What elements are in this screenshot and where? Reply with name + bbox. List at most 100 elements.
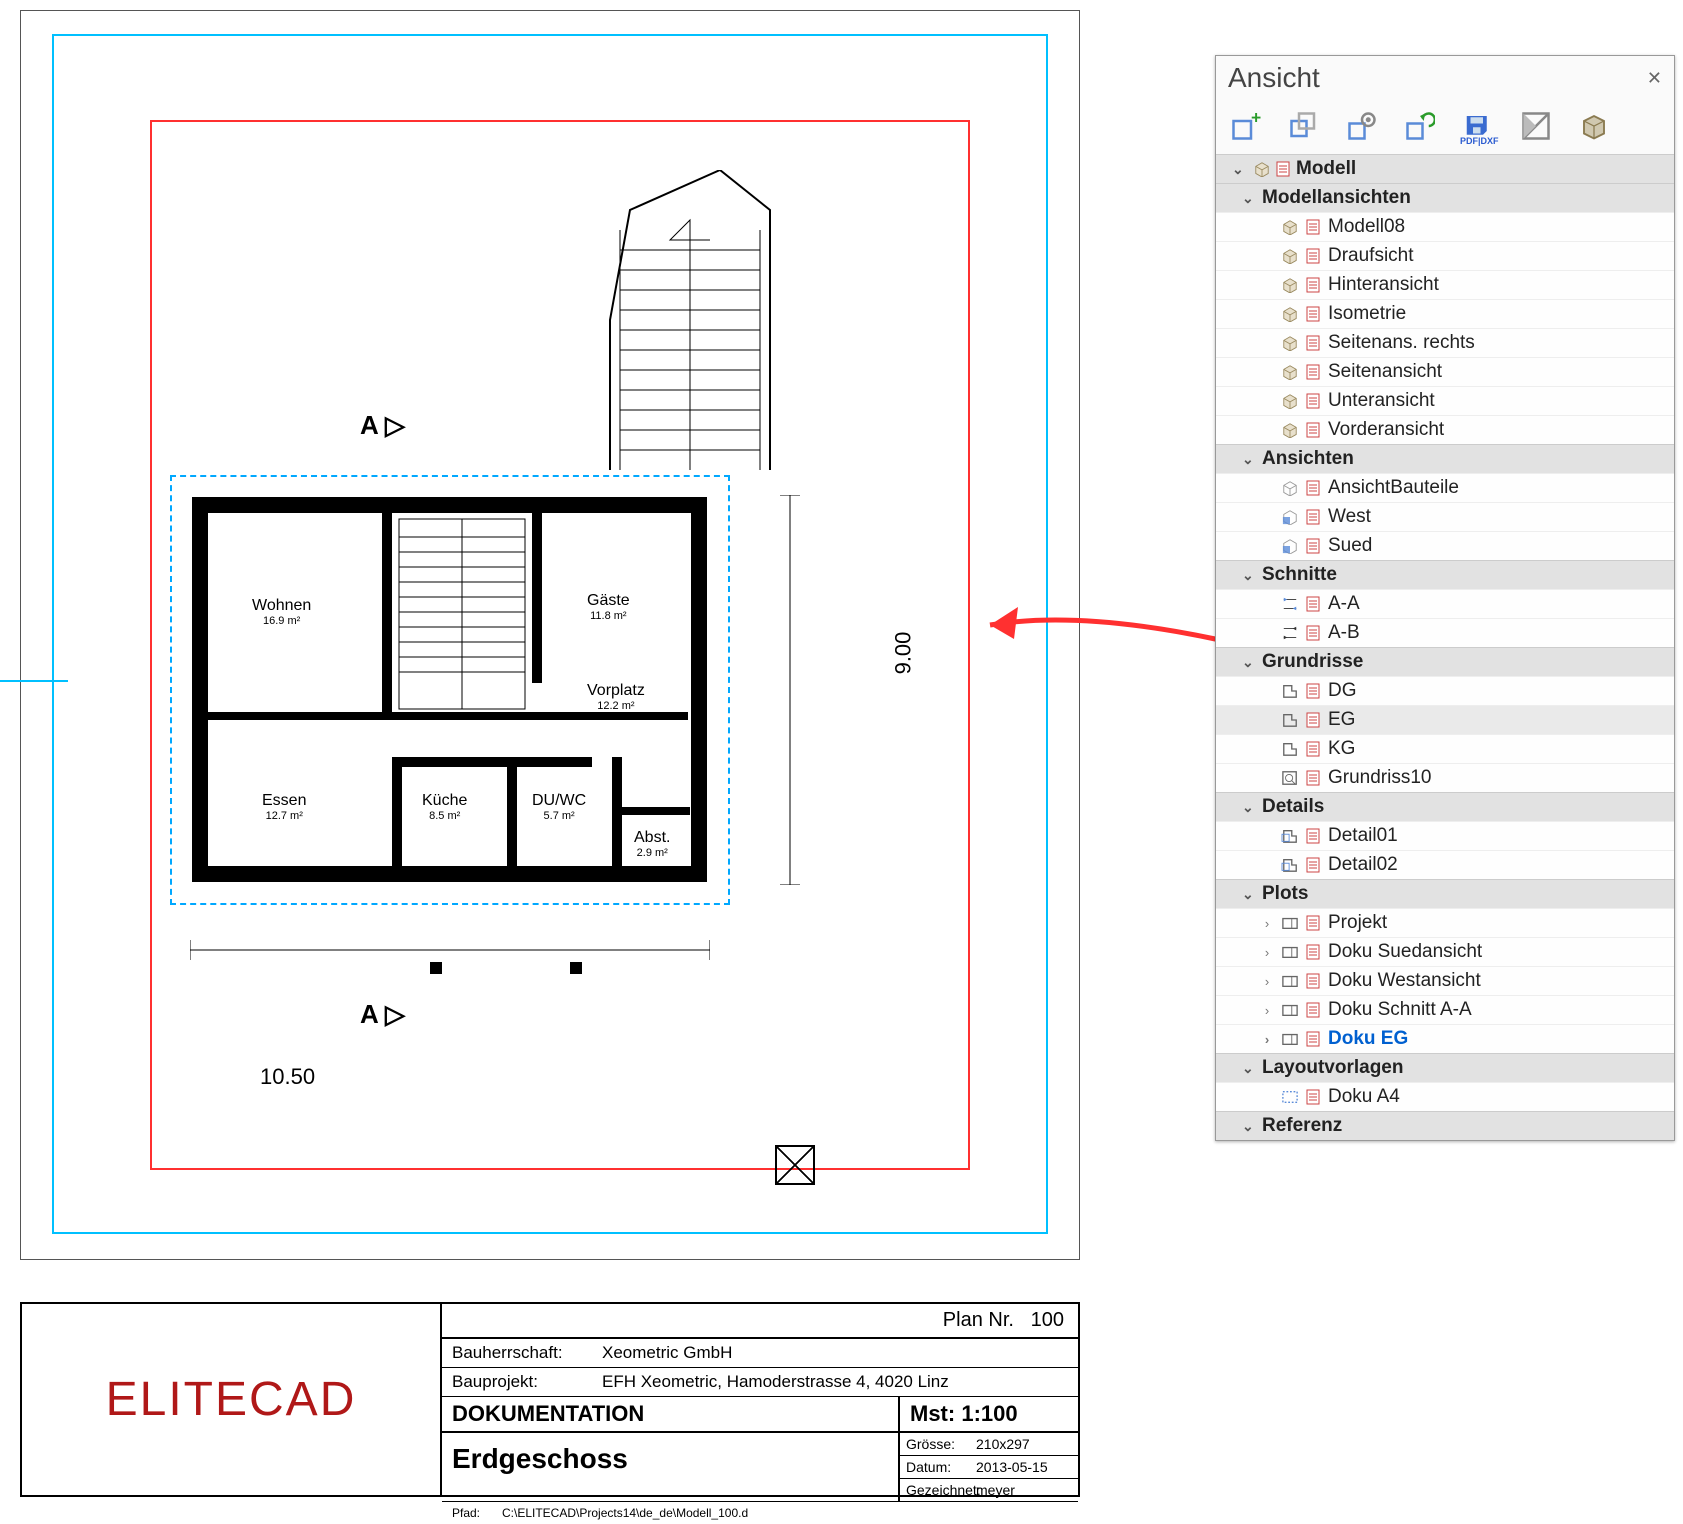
tree-item-a-a[interactable]: A-A — [1216, 589, 1674, 618]
tree-item-ansichtbauteile[interactable]: AnsichtBauteile — [1216, 473, 1674, 502]
tree-group-plots[interactable]: ⌄ Plots — [1216, 879, 1674, 908]
floor-plan: Wohnen16.9 m² Gäste11.8 m² Vorplatz12.2 … — [170, 440, 780, 1025]
tree-item-doku-schnitt-a-a[interactable]: ›Doku Schnitt A-A — [1216, 995, 1674, 1024]
properties-icon[interactable] — [1306, 1002, 1322, 1018]
view-settings-button[interactable] — [1344, 108, 1380, 144]
cube-icon — [1280, 218, 1300, 236]
panel-toolbar: + PDF|DXF — [1216, 104, 1674, 154]
marker-dot — [570, 962, 582, 974]
properties-icon[interactable] — [1306, 480, 1322, 496]
section-marker-top: A ▷ — [360, 410, 405, 441]
tree-group-modellansichten[interactable]: ⌄ Modellansichten — [1216, 183, 1674, 212]
copy-view-button[interactable] — [1286, 108, 1322, 144]
room-kueche: Küche8.5 m² — [422, 792, 467, 822]
cube-icon — [1280, 276, 1300, 294]
tree-item-isometrie[interactable]: Isometrie — [1216, 299, 1674, 328]
projekt-value: EFH Xeometric, Hamoderstrasse 4, 4020 Li… — [592, 1368, 959, 1396]
tree-item-projekt[interactable]: ›Projekt — [1216, 908, 1674, 937]
room-gaeste: Gäste11.8 m² — [587, 592, 630, 622]
properties-icon[interactable] — [1306, 1089, 1322, 1105]
tree-item-eg[interactable]: EG — [1216, 705, 1674, 734]
properties-icon[interactable] — [1306, 509, 1322, 525]
tree-item-dg[interactable]: DG — [1216, 676, 1674, 705]
projekt-label: Bauprojekt: — [442, 1368, 592, 1396]
properties-icon[interactable] — [1306, 335, 1322, 351]
drawing-canvas: Wohnen16.9 m² Gäste11.8 m² Vorplatz12.2 … — [0, 0, 1100, 1523]
save-pdf-dxf-button[interactable]: PDF|DXF — [1460, 108, 1496, 144]
pfad-label: Pfad: — [442, 1502, 492, 1524]
plan-icon — [1280, 682, 1300, 700]
cube-icon — [1280, 247, 1300, 265]
tree-item-hinteransicht[interactable]: Hinteransicht — [1216, 270, 1674, 299]
tree-group-details[interactable]: ⌄ Details — [1216, 792, 1674, 821]
tree-item-doku-eg[interactable]: ›Doku EG — [1216, 1024, 1674, 1053]
tree-item-label: Grundriss10 — [1328, 767, 1432, 789]
properties-icon[interactable] — [1306, 712, 1322, 728]
tree-group-referenz[interactable]: ⌄ Referenz — [1216, 1111, 1674, 1140]
properties-icon[interactable] — [1306, 596, 1322, 612]
tree-item-unteransicht[interactable]: Unteransicht — [1216, 386, 1674, 415]
properties-icon[interactable] — [1306, 364, 1322, 380]
tree-item-west[interactable]: West — [1216, 502, 1674, 531]
chevron-right-icon: › — [1260, 974, 1274, 989]
properties-icon[interactable] — [1306, 625, 1322, 641]
tree-item-modell08[interactable]: Modell08 — [1216, 212, 1674, 241]
properties-icon[interactable] — [1306, 973, 1322, 989]
properties-icon[interactable] — [1306, 248, 1322, 264]
tree-item-label: Hinteransicht — [1328, 274, 1439, 296]
plan-q-icon — [1280, 769, 1300, 787]
tree-item-seitenansicht[interactable]: Seitenansicht — [1216, 357, 1674, 386]
section-marker-bottom: A ▷ — [360, 999, 405, 1030]
cube-icon — [1280, 392, 1300, 410]
chevron-right-icon: › — [1260, 945, 1274, 960]
tree-item-label: Vorderansicht — [1328, 419, 1444, 441]
properties-icon[interactable] — [1306, 857, 1322, 873]
close-button[interactable]: ✕ — [1647, 68, 1662, 89]
detail-icon — [1280, 856, 1300, 874]
properties-icon[interactable] — [1306, 683, 1322, 699]
properties-icon[interactable] — [1306, 915, 1322, 931]
properties-icon[interactable] — [1306, 538, 1322, 554]
properties-icon[interactable] — [1306, 1031, 1322, 1047]
tree-item-draufsicht[interactable]: Draufsicht — [1216, 241, 1674, 270]
new-view-button[interactable]: + — [1228, 108, 1264, 144]
tree-item-detail01[interactable]: Detail01 — [1216, 821, 1674, 850]
tree-item-label: EG — [1328, 709, 1355, 731]
tree-group-schnitte[interactable]: ⌄ Schnitte — [1216, 560, 1674, 589]
properties-icon[interactable] — [1306, 306, 1322, 322]
refresh-view-button[interactable] — [1402, 108, 1438, 144]
tree-group-layoutvorlagen[interactable]: ⌄ Layoutvorlagen — [1216, 1053, 1674, 1082]
properties-icon[interactable] — [1306, 422, 1322, 438]
tree-item-doku-suedansicht[interactable]: ›Doku Suedansicht — [1216, 937, 1674, 966]
chevron-down-icon: ⌄ — [1242, 886, 1258, 903]
tree-item-seitenans.-rechts[interactable]: Seitenans. rechts — [1216, 328, 1674, 357]
properties-icon[interactable] — [1306, 219, 1322, 235]
tree-item-doku-a4[interactable]: Doku A4 — [1216, 1082, 1674, 1111]
tree-item-label: A-B — [1328, 622, 1360, 644]
tree-item-a-b[interactable]: A-B — [1216, 618, 1674, 647]
properties-icon[interactable] — [1306, 770, 1322, 786]
cube-icon — [1280, 334, 1300, 352]
tree-group-modell[interactable]: ⌄ Modell — [1216, 154, 1674, 183]
tree-item-label: West — [1328, 506, 1371, 528]
compare-button[interactable] — [1518, 108, 1554, 144]
properties-icon[interactable] — [1306, 393, 1322, 409]
tree-item-sued[interactable]: Sued — [1216, 531, 1674, 560]
tree-item-doku-westansicht[interactable]: ›Doku Westansicht — [1216, 966, 1674, 995]
properties-icon[interactable] — [1306, 828, 1322, 844]
properties-icon[interactable] — [1306, 944, 1322, 960]
tree-item-vorderansicht[interactable]: Vorderansicht — [1216, 415, 1674, 444]
properties-icon[interactable] — [1306, 277, 1322, 293]
tree-item-kg[interactable]: KG — [1216, 734, 1674, 763]
chevron-down-icon: ⌄ — [1242, 1060, 1258, 1077]
tree-group-grundrisse[interactable]: ⌄ Grundrisse — [1216, 647, 1674, 676]
tree-item-grundriss10[interactable]: Grundriss10 — [1216, 763, 1674, 792]
tree-group-ansichten[interactable]: ⌄ Ansichten — [1216, 444, 1674, 473]
tree-item-detail02[interactable]: Detail02 — [1216, 850, 1674, 879]
north-symbol — [775, 1145, 815, 1185]
view-b-icon — [1280, 537, 1300, 555]
tree-item-label: Unteransicht — [1328, 390, 1435, 412]
tree-item-label: AnsichtBauteile — [1328, 477, 1459, 499]
properties-icon[interactable] — [1306, 741, 1322, 757]
model-button[interactable] — [1576, 108, 1612, 144]
